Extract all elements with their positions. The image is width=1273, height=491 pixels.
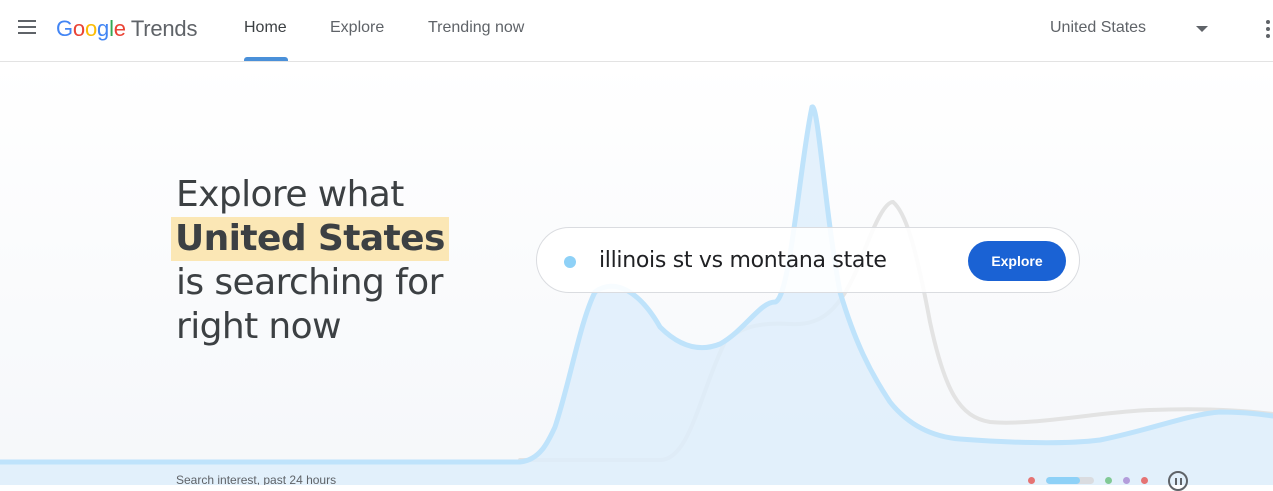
headline-line-1: Explore what [176,174,404,215]
top-app-bar: Google Trends Home Explore Trending now U… [0,0,1273,62]
carousel-dot-4[interactable] [1123,477,1130,484]
tab-explore[interactable]: Explore [330,19,384,37]
headline-region-highlight: United States [171,217,449,261]
hero-section: Explore what United States is searching … [0,62,1273,485]
carousel-controls [1028,470,1208,491]
carousel-dot-5[interactable] [1141,477,1148,484]
chart-caption: Search interest, past 24 hours [176,473,337,485]
carousel-dot-3[interactable] [1105,477,1112,484]
carousel-dot-active[interactable] [1046,477,1094,484]
trending-search-box[interactable]: illinois st vs montana state Explore [536,227,1080,293]
active-tab-indicator [244,57,288,61]
series-color-dot [564,256,576,268]
more-vert-icon[interactable] [1266,20,1272,40]
region-selector[interactable]: United States [1050,19,1146,37]
google-trends-logo[interactable]: Google Trends [56,15,197,43]
hero-headline: Explore what United States is searching … [171,173,449,349]
tab-trending-now[interactable]: Trending now [428,19,524,37]
carousel-dot-1[interactable] [1028,477,1035,484]
explore-button[interactable]: Explore [968,241,1066,281]
chevron-down-icon[interactable] [1196,26,1208,32]
pause-icon[interactable] [1168,471,1188,491]
headline-line-3: is searching for [176,262,443,303]
tab-home[interactable]: Home [244,19,287,37]
headline-line-4: right now [176,306,342,347]
hamburger-menu-icon[interactable] [18,20,38,38]
trending-search-term[interactable]: illinois st vs montana state [599,248,887,273]
